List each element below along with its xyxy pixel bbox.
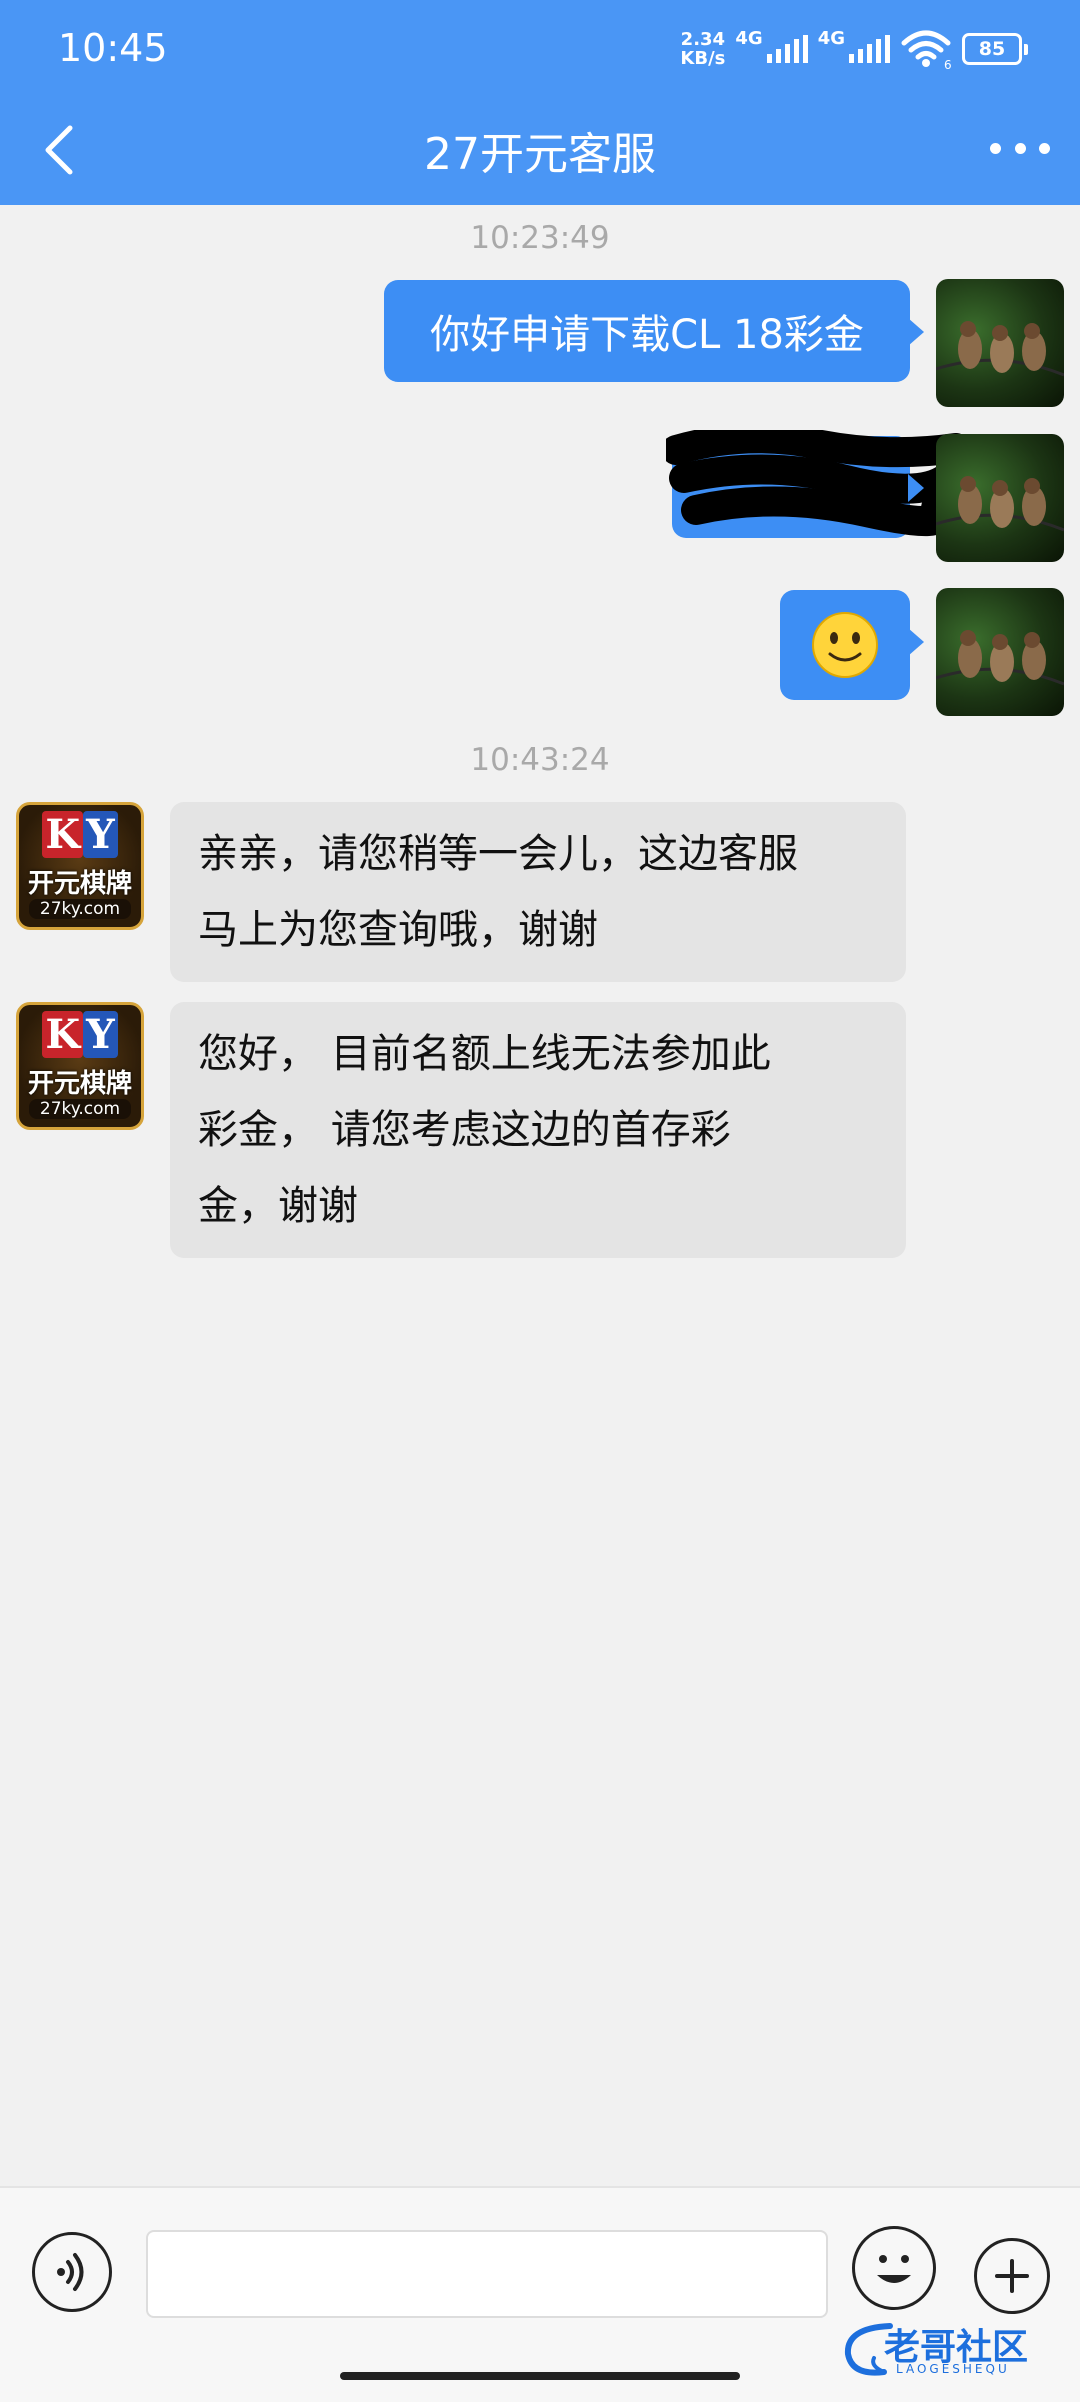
chat-header: 10:45 2.34 KB/s 4G 4G 6 85 27开元客服 <box>0 0 1080 205</box>
network-type-1: 4G <box>735 28 763 49</box>
message-line: 亲亲，请您稍等一会儿，这边客服 <box>198 831 798 877</box>
network-speed-unit: KB/s <box>680 48 726 69</box>
plus-icon <box>995 2259 1029 2293</box>
battery-level: 85 <box>962 33 1022 65</box>
sparrows-photo <box>936 321 1064 377</box>
smiling-face-emoji <box>812 612 878 678</box>
emoji-icon <box>877 2255 911 2283</box>
message-line: 马上为您查询哦，谢谢 <box>198 907 598 953</box>
network-speed-value: 2.34 <box>680 29 726 50</box>
user-avatar[interactable] <box>936 588 1064 716</box>
agent-avatar-url: 27ky.com <box>29 1099 131 1119</box>
chat-title: 27开元客服 <box>424 129 656 180</box>
ky-logo: KY <box>19 811 141 858</box>
emoji-button[interactable] <box>852 2226 936 2310</box>
network-speed: 2.34 KB/s <box>680 30 725 68</box>
sparrows-photo <box>936 476 1064 532</box>
incoming-message-bubble[interactable]: 您好， 目前名额上线无法参加此 彩金， 请您考虑这边的首存彩 金，谢谢 <box>170 1002 906 1258</box>
wifi-icon: 6 <box>901 30 952 69</box>
agent-avatar-name: 开元棋牌 <box>27 869 132 899</box>
status-time: 10:45 <box>58 26 168 70</box>
outgoing-message-bubble[interactable]: 你好申请下载CL 18彩金 <box>384 280 924 382</box>
watermark-subtext: LAOGESHEQU <box>896 2362 1010 2376</box>
message-input[interactable] <box>146 2230 828 2318</box>
agent-avatar[interactable]: KY 开元棋牌 27ky.com <box>16 802 144 930</box>
home-indicator[interactable] <box>340 2372 740 2380</box>
signal-icon-2 <box>849 35 890 63</box>
battery-icon: 85 <box>962 33 1028 65</box>
message-line: 您好， 目前名额上线无法参加此 <box>198 1031 771 1077</box>
plus-button[interactable] <box>974 2238 1050 2314</box>
agent-avatar-url: 27ky.com <box>29 899 131 919</box>
outgoing-message-redacted[interactable] <box>666 430 966 538</box>
user-avatar[interactable] <box>936 279 1064 407</box>
voice-button[interactable] <box>32 2232 112 2312</box>
more-dot <box>990 142 1001 154</box>
more-dot <box>1039 142 1050 154</box>
user-avatar[interactable] <box>936 434 1064 562</box>
outgoing-message-emoji[interactable] <box>780 590 924 700</box>
agent-avatar[interactable]: KY 开元棋牌 27ky.com <box>16 1002 144 1130</box>
message-line: 彩金， 请您考虑这边的首存彩 <box>198 1107 731 1153</box>
signal-icon <box>766 35 808 63</box>
more-dot <box>1014 142 1026 154</box>
ky-logo: KY <box>19 1011 141 1058</box>
watermark: 老哥社区 LAOGESHEQU <box>840 2318 1072 2380</box>
input-bar: 老哥社区 LAOGESHEQU <box>0 2186 1080 2402</box>
wifi-badge: 6 <box>944 58 952 69</box>
network-type-2: 4G <box>817 28 845 49</box>
more-button[interactable] <box>990 128 1050 168</box>
message-line: 金，谢谢 <box>198 1183 358 1229</box>
status-icons: 2.34 KB/s 4G 4G 6 85 <box>680 26 1028 72</box>
voice-input-icon <box>57 2253 84 2291</box>
incoming-message-bubble[interactable]: 亲亲，请您稍等一会儿，这边客服 马上为您查询哦，谢谢 <box>170 802 906 982</box>
sparrows-photo <box>936 630 1064 686</box>
message-timestamp: 10:43:24 <box>470 742 610 778</box>
agent-avatar-name: 开元棋牌 <box>27 1069 132 1099</box>
message-timestamp: 10:23:49 <box>470 220 610 256</box>
redaction-scribble <box>666 430 966 537</box>
